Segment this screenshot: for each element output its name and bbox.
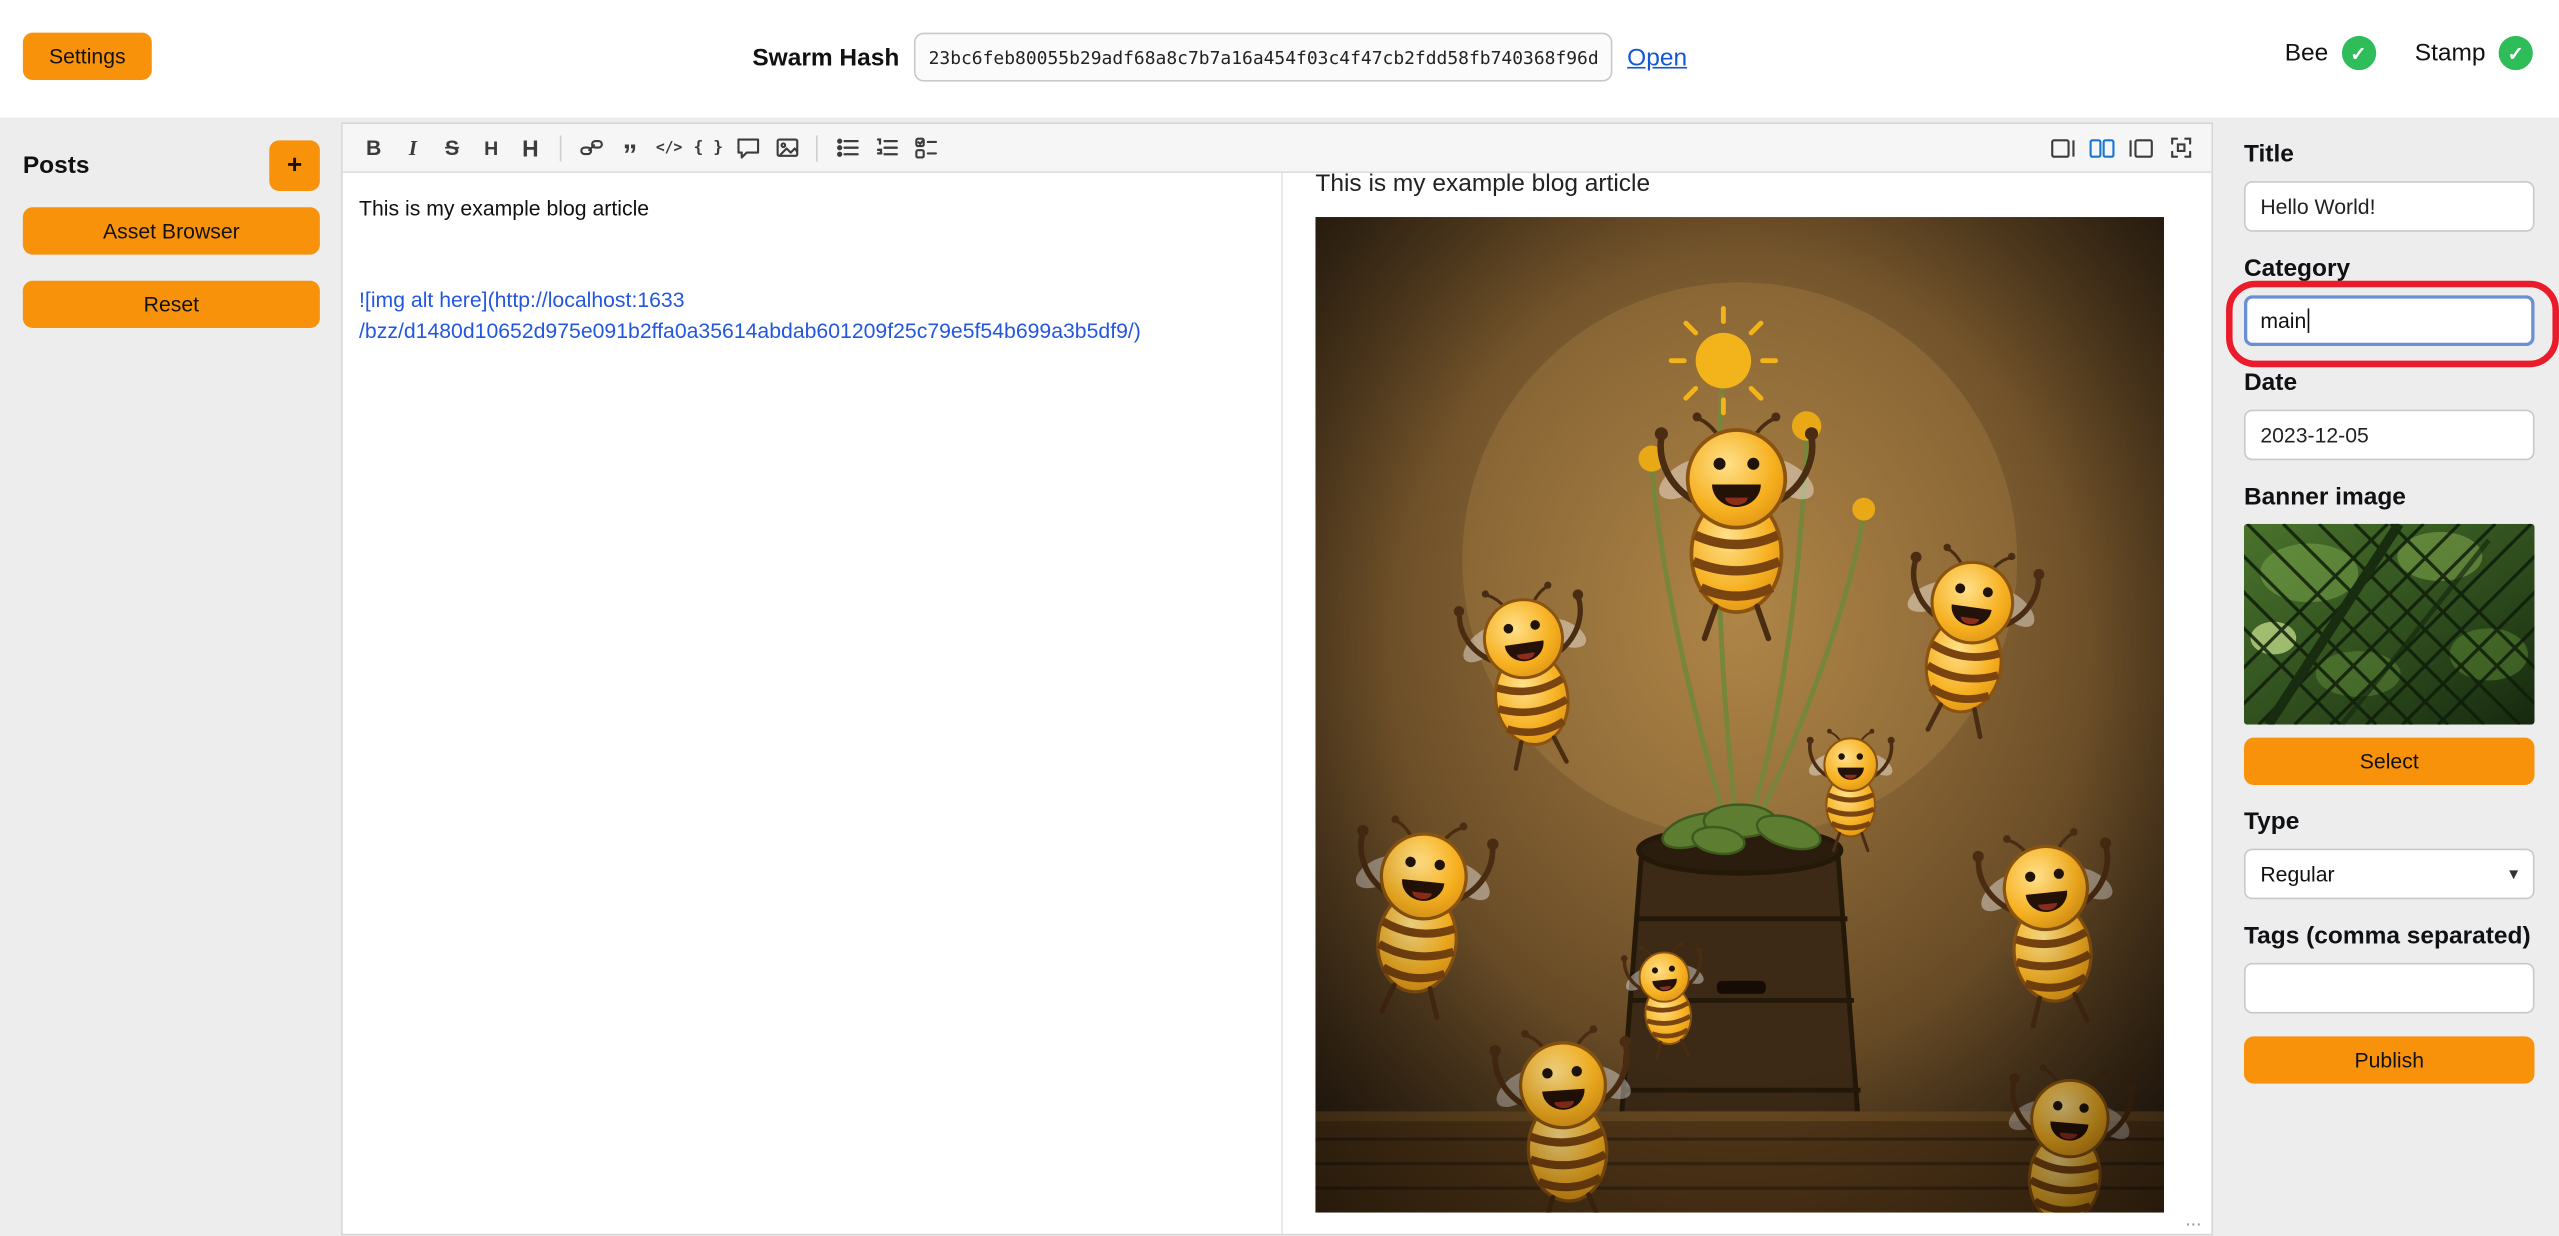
- preview-pane: This is my example blog article: [1283, 173, 2212, 1234]
- text-cursor: [2308, 308, 2310, 332]
- status-group: Bee ✓ Stamp ✓: [2285, 36, 2533, 70]
- blog-editor-app: Settings Swarm Hash Open Bee ✓ Stamp ✓ P…: [0, 0, 2559, 1235]
- editor-toolbar: B I S H H ” </> { }: [343, 124, 2212, 173]
- markdown-text-line: This is my example blog article: [359, 193, 1265, 225]
- markdown-image-link-line-2: /bzz/d1480d10652d975e091b2ffa0a35614abda…: [359, 315, 1265, 347]
- reset-button[interactable]: Reset: [23, 281, 320, 328]
- tags-label: Tags (comma separated): [2244, 922, 2534, 950]
- preview-overflow-indicator: ...: [2185, 1208, 2201, 1231]
- category-label: Category: [2244, 255, 2534, 283]
- swarm-hash-label: Swarm Hash: [752, 43, 899, 71]
- select-banner-button[interactable]: Select: [2244, 738, 2534, 785]
- publish-button[interactable]: Publish: [2244, 1036, 2534, 1083]
- markdown-editor: B I S H H ” </> { }: [341, 122, 2213, 1235]
- chevron-down-icon: ▾: [2509, 863, 2518, 884]
- date-label: Date: [2244, 369, 2534, 397]
- markdown-image-link-line-1: ![img alt here](http://localhost:1633: [359, 283, 1265, 315]
- heading-smaller-icon[interactable]: H: [473, 130, 509, 166]
- pane-preview-icon[interactable]: [2045, 130, 2081, 166]
- editor-panes: This is my example blog article ![img al…: [343, 173, 2212, 1234]
- posts-header-row: Posts +: [23, 140, 320, 191]
- heading-bigger-icon[interactable]: H: [512, 130, 548, 166]
- post-settings-panel: Title Category main Date Banner image: [2244, 140, 2534, 1083]
- title-input[interactable]: [2244, 181, 2534, 232]
- open-link[interactable]: Open: [1627, 43, 1687, 71]
- category-field-wrapper: main: [2244, 295, 2534, 346]
- settings-button[interactable]: Settings: [23, 33, 152, 80]
- italic-icon[interactable]: I: [395, 130, 431, 166]
- preview-bee-image: [1315, 217, 2164, 1213]
- type-selected-value: Regular: [2260, 862, 2334, 886]
- add-post-button[interactable]: +: [269, 140, 320, 191]
- toolbar-separator: [560, 135, 562, 161]
- code-icon[interactable]: </>: [651, 130, 687, 166]
- tags-input[interactable]: [2244, 963, 2534, 1014]
- banner-image-label: Banner image: [2244, 483, 2534, 511]
- link-icon[interactable]: [573, 130, 609, 166]
- stamp-status-label: Stamp: [2415, 39, 2486, 67]
- bee-status-label: Bee: [2285, 39, 2329, 67]
- category-value: main: [2260, 308, 2306, 332]
- posts-heading: Posts: [23, 152, 90, 180]
- ordered-list-icon[interactable]: [868, 130, 904, 166]
- strikethrough-icon[interactable]: S: [434, 130, 470, 166]
- bee-check-icon: ✓: [2341, 36, 2375, 70]
- split-view-icon[interactable]: [2084, 130, 2120, 166]
- toolbar-right-group: [2045, 130, 2198, 166]
- banner-image-thumbnail[interactable]: [2244, 524, 2534, 725]
- pane-editor-icon[interactable]: [2123, 130, 2159, 166]
- type-label: Type: [2244, 808, 2534, 836]
- asset-browser-button[interactable]: Asset Browser: [23, 207, 320, 254]
- bold-icon[interactable]: B: [356, 130, 392, 166]
- category-input[interactable]: main: [2244, 295, 2534, 346]
- left-sidebar: Posts + Asset Browser Reset: [23, 140, 320, 354]
- task-list-icon[interactable]: [907, 130, 943, 166]
- swarm-hash-group: Swarm Hash Open: [752, 33, 1687, 82]
- code-block-icon[interactable]: { }: [690, 130, 726, 166]
- preview-article-text: This is my example blog article: [1315, 173, 2211, 201]
- top-bar: Settings Swarm Hash Open Bee ✓ Stamp ✓: [0, 0, 2559, 118]
- quote-icon[interactable]: ”: [612, 123, 648, 172]
- comment-icon[interactable]: [730, 130, 766, 166]
- swarm-hash-input[interactable]: [914, 33, 1612, 82]
- title-label: Title: [2244, 140, 2534, 168]
- date-input[interactable]: [2244, 410, 2534, 461]
- stamp-check-icon: ✓: [2499, 36, 2533, 70]
- markdown-source-pane[interactable]: This is my example blog article ![img al…: [343, 173, 1283, 1234]
- fullscreen-icon[interactable]: [2162, 130, 2198, 166]
- image-icon[interactable]: [769, 130, 805, 166]
- unordered-list-icon[interactable]: [829, 130, 865, 166]
- toolbar-separator: [816, 135, 818, 161]
- type-select[interactable]: Regular ▾: [2244, 849, 2534, 900]
